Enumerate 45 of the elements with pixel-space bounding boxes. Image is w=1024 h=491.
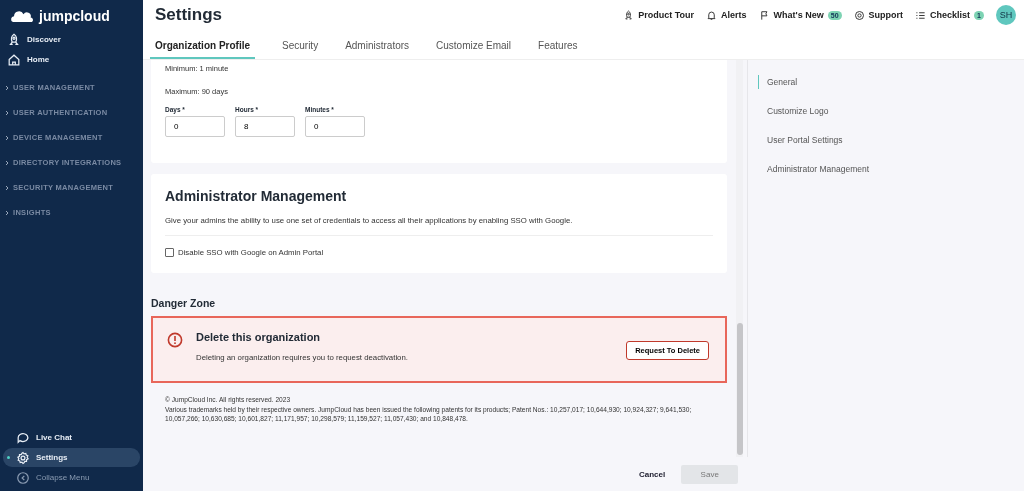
chevron-icon bbox=[5, 84, 9, 91]
user-avatar[interactable]: SH bbox=[996, 5, 1016, 25]
scrollbar-thumb[interactable] bbox=[737, 323, 743, 455]
section-heading: Danger Zone bbox=[151, 297, 217, 309]
chat-bubble-icon bbox=[16, 430, 30, 445]
sidebar-item[interactable]: Home bbox=[3, 50, 140, 69]
section-nav-link[interactable]: Customize Logo bbox=[758, 97, 829, 126]
brand-name: jumpcloud bbox=[39, 8, 110, 24]
danger-title: Delete this organization bbox=[196, 331, 322, 343]
cloud-logo-icon bbox=[10, 9, 36, 23]
chevron-icon bbox=[5, 159, 9, 166]
sidebar-item[interactable]: Settings bbox=[3, 448, 140, 467]
rocket-icon bbox=[623, 9, 635, 21]
checklist-icon bbox=[915, 9, 927, 21]
number-field[interactable]: 8 bbox=[235, 116, 295, 137]
chevron-icon bbox=[5, 109, 9, 116]
bell-icon bbox=[706, 9, 718, 21]
sidebar-item[interactable]: Live Chat bbox=[3, 428, 140, 447]
chevron-icon bbox=[5, 209, 9, 216]
cancel-button[interactable]: Cancel bbox=[633, 468, 672, 480]
rocket-icon bbox=[7, 32, 21, 47]
checkbox[interactable] bbox=[165, 248, 174, 257]
header-link[interactable]: Product Tour bbox=[623, 9, 695, 21]
chevron-icon bbox=[5, 134, 9, 141]
number-field[interactable]: 0 bbox=[165, 116, 225, 137]
tab[interactable]: Features bbox=[533, 37, 600, 59]
settings-icon bbox=[16, 450, 30, 465]
page-title: Settings bbox=[155, 5, 223, 25]
section-nav-link[interactable]: Administrator Management bbox=[758, 155, 870, 184]
flag-icon bbox=[758, 9, 770, 21]
tab[interactable]: Customize Email bbox=[431, 37, 534, 59]
header-link[interactable]: Support bbox=[853, 9, 904, 21]
section-nav-link[interactable]: General bbox=[758, 75, 798, 89]
ring-icon bbox=[853, 9, 865, 21]
tab[interactable]: Administrators bbox=[340, 37, 432, 59]
number-field[interactable]: 0 bbox=[305, 116, 365, 137]
sidebar-item[interactable]: Collapse Menu bbox=[3, 468, 140, 487]
header-link[interactable]: Alerts bbox=[706, 9, 747, 21]
card-title: Administrator Management bbox=[165, 188, 348, 204]
home-icon bbox=[7, 52, 21, 67]
section-nav-link[interactable]: User Portal Settings bbox=[758, 126, 843, 155]
alert-icon bbox=[167, 332, 183, 348]
chevron-icon bbox=[5, 184, 9, 191]
sidebar-item[interactable]: Discover bbox=[3, 30, 140, 49]
tab[interactable]: Security bbox=[277, 37, 341, 59]
